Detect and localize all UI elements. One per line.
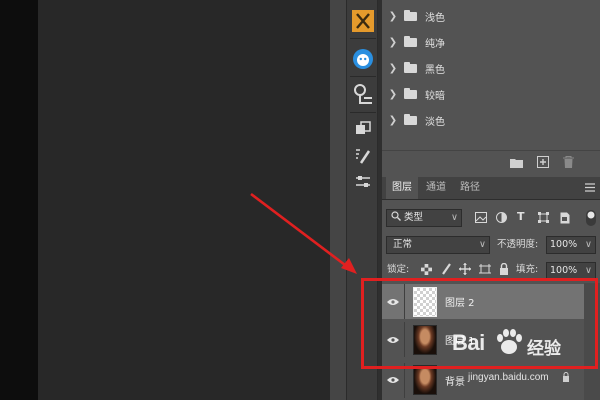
tab-paths[interactable]: 路径 — [454, 177, 486, 199]
trash-icon[interactable] — [563, 156, 574, 171]
chevron-down-icon[interactable]: ∨ — [585, 237, 592, 253]
tool-presets-icon[interactable] — [350, 8, 376, 34]
lock-transparent-pixels-icon[interactable] — [421, 264, 432, 278]
watermark-suffix: 经验 — [527, 339, 561, 359]
new-group-icon[interactable] — [510, 157, 523, 171]
chevron-right-icon[interactable]: ❯ — [386, 37, 400, 48]
layer-filter-select[interactable]: 类型 ∨ — [386, 209, 462, 227]
divider — [382, 150, 600, 151]
annotation-arrow-icon — [250, 192, 357, 274]
lock-label: 锁定: — [387, 264, 410, 275]
lock-position-icon[interactable] — [459, 263, 471, 278]
layer-thumbnail — [413, 365, 437, 395]
folder-label: 纯净 — [425, 38, 445, 50]
lock-image-pixels-icon[interactable] — [441, 263, 452, 278]
clone-source-icon[interactable] — [350, 82, 376, 108]
folder-row[interactable]: ❯ 纯净 — [382, 29, 600, 55]
blend-mode-select[interactable]: 正常 ∨ — [386, 236, 490, 254]
libraries-icon[interactable] — [350, 46, 376, 72]
chevron-right-icon[interactable]: ❯ — [386, 63, 400, 74]
chevron-right-icon[interactable]: ❯ — [386, 115, 400, 126]
opacity-label: 不透明度: — [497, 239, 539, 250]
eye-icon[interactable] — [382, 376, 404, 384]
folder-label: 淡色 — [425, 116, 445, 128]
fill-value: 100% — [550, 265, 578, 276]
search-icon — [391, 211, 401, 227]
watermark-brand: Bai — [452, 330, 485, 355]
opacity-value: 100% — [550, 239, 578, 250]
filter-toggle[interactable] — [586, 210, 596, 226]
panel-menu-icon[interactable] — [585, 183, 595, 195]
filter-kind-label: 类型 — [404, 212, 424, 223]
3d-panel-icon[interactable] — [350, 116, 376, 142]
folder-label: 浅色 — [425, 12, 445, 24]
folder-icon — [404, 113, 417, 125]
opacity-field[interactable]: 100% ∨ — [546, 236, 596, 254]
folder-icon — [404, 87, 417, 99]
folder-label: 黑色 — [425, 64, 445, 76]
folder-icon — [404, 9, 417, 21]
layer-name[interactable]: 背景 — [445, 373, 465, 388]
lock-artboard-icon[interactable] — [479, 264, 491, 278]
chevron-right-icon[interactable]: ❯ — [386, 11, 400, 22]
lock-icon — [562, 372, 570, 385]
pixel-filter-icon[interactable] — [475, 212, 487, 226]
folder-icon — [404, 35, 417, 47]
smart-object-filter-icon[interactable] — [560, 212, 570, 227]
blend-mode-label: 正常 — [393, 239, 413, 250]
folder-label: 较暗 — [425, 90, 445, 102]
paw-icon — [494, 327, 524, 360]
folder-row[interactable]: ❯ 较暗 — [382, 81, 600, 107]
new-swatch-icon[interactable] — [537, 156, 549, 171]
brush-settings-icon[interactable] — [350, 143, 376, 169]
chevron-down-icon: ∨ — [451, 212, 458, 223]
adjustment-filter-icon[interactable] — [496, 212, 507, 226]
chevron-down-icon[interactable]: ∨ — [585, 263, 592, 279]
folder-row[interactable]: ❯ 黑色 — [382, 55, 600, 81]
folder-row[interactable]: ❯ 淡色 — [382, 107, 600, 133]
watermark-url: jingyan.baidu.com — [468, 372, 549, 383]
chevron-down-icon: ∨ — [479, 239, 486, 250]
tab-channels[interactable]: 通道 — [420, 177, 452, 199]
chevron-right-icon[interactable]: ❯ — [386, 89, 400, 100]
folder-icon — [404, 61, 417, 73]
type-filter-icon[interactable]: T — [517, 210, 525, 223]
lock-all-icon[interactable] — [499, 262, 509, 278]
shape-filter-icon[interactable] — [538, 212, 549, 226]
tab-layers[interactable]: 图层 — [386, 177, 418, 199]
fill-label: 填充: — [516, 264, 539, 275]
layers-tab-bar: 图层 通道 路径 — [382, 177, 600, 200]
folder-row[interactable]: ❯ 浅色 — [382, 3, 600, 29]
canvas-edge — [0, 0, 38, 400]
